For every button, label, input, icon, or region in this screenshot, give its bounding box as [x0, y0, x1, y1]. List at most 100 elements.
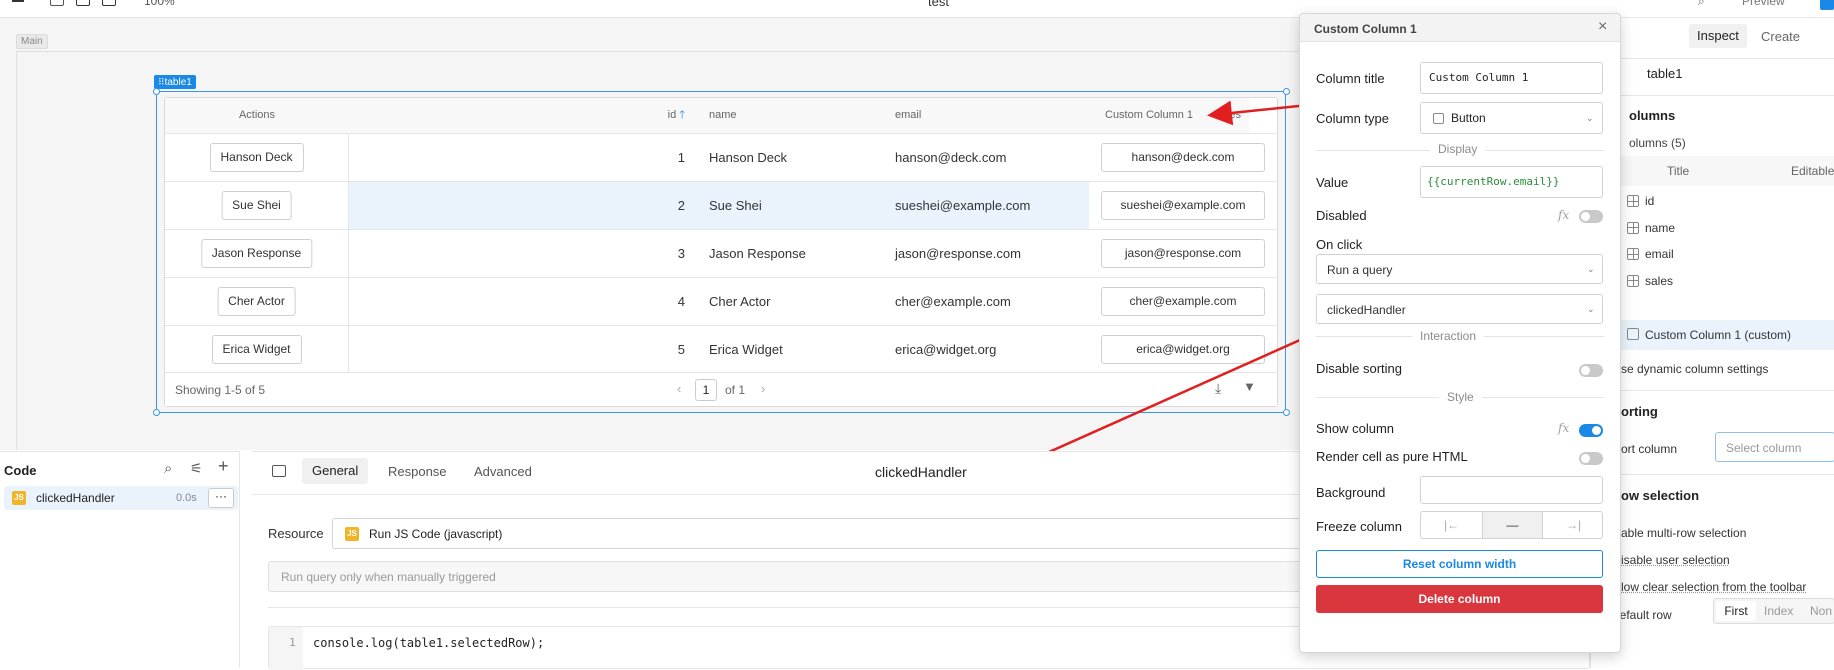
tab-advanced[interactable]: Advanced — [474, 464, 532, 479]
query-title: clickedHandler — [875, 464, 967, 480]
multi-row-selection-option[interactable]: able multi-row selection — [1621, 526, 1746, 540]
disabled-toggle[interactable] — [1579, 210, 1603, 223]
columns-count: olumns (5) — [1629, 136, 1686, 150]
code-panel-title: Code — [4, 463, 37, 478]
freeze-column-segmented[interactable]: |← — →| — [1420, 511, 1603, 539]
freeze-left-icon[interactable]: |← — [1421, 512, 1482, 538]
display-section-label: Display — [1430, 142, 1486, 156]
grid-column-icon — [1627, 274, 1639, 287]
row-selection-heading: ow selection — [1621, 488, 1700, 503]
disable-sorting-label: Disable sorting — [1316, 361, 1402, 376]
tab-create[interactable]: Create — [1761, 29, 1800, 44]
query-name: clickedHandler — [36, 491, 115, 505]
code-panel: Code ⌕ ⚟ + JS clickedHandler 0.0s ··· — [0, 451, 240, 668]
js-query-icon: JS — [12, 491, 26, 505]
resource-label: Resource — [268, 526, 324, 541]
sort-column-label: ort column — [1621, 442, 1678, 456]
toggle-sidebar-icon[interactable] — [272, 465, 286, 477]
sort-column-placeholder: Select column — [1726, 441, 1802, 455]
close-icon[interactable]: × — [1598, 18, 1607, 36]
fx-icon[interactable]: fx — [1558, 208, 1569, 222]
column-title-input[interactable]: Custom Column 1 — [1420, 62, 1603, 94]
delete-column-button[interactable]: Delete column — [1316, 585, 1603, 613]
value-expression: {{currentRow.email}} — [1427, 175, 1560, 188]
button-column-icon — [1627, 328, 1639, 340]
column-settings-popover: Custom Column 1 × Column title Custom Co… — [1299, 13, 1621, 653]
columns-list-header: Title Editable — [1591, 156, 1834, 186]
dynamic-settings-link[interactable]: se dynamic column settings — [1621, 362, 1768, 376]
on-click-action-select[interactable]: Run a query ⌄ — [1316, 254, 1603, 284]
chevron-down-icon: ⌄ — [1587, 264, 1595, 274]
column-list-label: id — [1645, 194, 1655, 208]
default-row-index[interactable]: Index — [1764, 604, 1793, 618]
clear-selection-option[interactable]: low clear selection from the toolbar — [1621, 580, 1806, 594]
on-click-action-value: Run a query — [1327, 263, 1393, 277]
popover-title: Custom Column 1 — [1314, 22, 1417, 36]
default-row-segmented[interactable]: First Index Non — [1713, 598, 1834, 624]
tab-response[interactable]: Response — [388, 464, 447, 479]
trigger-mode-text: Run query only when manually triggered — [281, 570, 496, 584]
disabled-label: Disabled — [1316, 208, 1367, 223]
disable-sorting-toggle[interactable] — [1579, 364, 1603, 377]
line-gutter — [269, 627, 303, 670]
custom-column-item[interactable]: Custom Column 1 (custom) — [1591, 320, 1834, 350]
more-options-icon[interactable]: ··· — [208, 488, 234, 508]
columns-title-header: Title — [1667, 164, 1690, 178]
delete-column-label: Delete column — [1418, 592, 1501, 606]
column-list-label: email — [1645, 247, 1674, 261]
js-resource-icon: JS — [345, 527, 359, 541]
on-click-query-value: clickedHandler — [1327, 303, 1406, 317]
tab-general[interactable]: General — [302, 458, 369, 484]
column-type-select[interactable]: Button ⌄ — [1420, 102, 1603, 134]
column-list-item[interactable]: name — [1591, 215, 1834, 241]
reset-column-width-button[interactable]: Reset column width — [1316, 550, 1603, 578]
show-column-toggle[interactable] — [1579, 424, 1603, 437]
default-row-none[interactable]: Non — [1810, 604, 1832, 618]
column-type-value: Button — [1451, 111, 1486, 125]
chevron-down-icon: ⌄ — [1586, 113, 1594, 123]
freeze-column-label: Freeze column — [1316, 519, 1402, 534]
inspector-divider — [1591, 58, 1834, 59]
column-list-item[interactable]: email — [1591, 241, 1834, 267]
custom-column-label: Custom Column 1 (custom) — [1645, 328, 1792, 342]
inspector-panel: Inspect Create table1 olumns olumns (5) … — [1590, 18, 1834, 668]
background-label: Background — [1316, 485, 1386, 500]
style-section-label: Style — [1439, 390, 1482, 404]
sort-column-select[interactable]: Select column — [1715, 432, 1834, 462]
freeze-right-icon[interactable]: →| — [1543, 512, 1604, 538]
search-icon[interactable]: ⌕ — [164, 460, 172, 477]
interaction-section-label: Interaction — [1412, 329, 1485, 343]
columns-editable-header: Editable — [1791, 164, 1834, 178]
popover-header: Custom Column 1 × — [1300, 14, 1620, 42]
column-list-item[interactable]: id — [1591, 188, 1834, 214]
query-list-item[interactable]: JS clickedHandler 0.0s ··· — [4, 486, 238, 510]
column-title-value: Custom Column 1 — [1429, 71, 1529, 84]
on-click-query-select[interactable]: clickedHandler ⌄ — [1316, 294, 1603, 324]
value-input[interactable]: {{currentRow.email}} — [1420, 166, 1603, 198]
inspector-divider — [1591, 95, 1834, 96]
component-name: table1 — [1647, 66, 1683, 81]
render-html-toggle[interactable] — [1579, 452, 1603, 465]
chevron-down-icon: ⌄ — [1587, 304, 1595, 314]
sorting-heading: orting — [1621, 404, 1658, 419]
column-list-item[interactable]: sales — [1591, 268, 1834, 294]
reset-column-width-label: Reset column width — [1402, 557, 1517, 571]
fx-icon[interactable]: fx — [1558, 421, 1569, 435]
inspector-divider — [1591, 390, 1834, 391]
show-column-label: Show column — [1316, 421, 1395, 436]
user-selection-option[interactable]: isable user selection — [1621, 553, 1730, 567]
freeze-none-option[interactable]: — — [1482, 512, 1543, 538]
tab-inspect[interactable]: Inspect — [1689, 24, 1747, 48]
resource-value: Run JS Code (javascript) — [369, 527, 503, 541]
on-click-label: On click — [1316, 237, 1363, 252]
query-run-time: 0.0s — [176, 492, 197, 504]
value-label: Value — [1316, 175, 1349, 190]
grid-column-icon — [1627, 195, 1639, 207]
grid-column-icon — [1627, 248, 1639, 260]
add-query-icon[interactable]: + — [218, 456, 229, 477]
background-color-input[interactable] — [1420, 476, 1603, 504]
default-row-first[interactable]: First — [1716, 601, 1756, 621]
grid-column-icon — [1627, 221, 1639, 234]
column-title-label: Column title — [1316, 71, 1385, 86]
filter-settings-icon[interactable]: ⚟ — [190, 460, 203, 477]
